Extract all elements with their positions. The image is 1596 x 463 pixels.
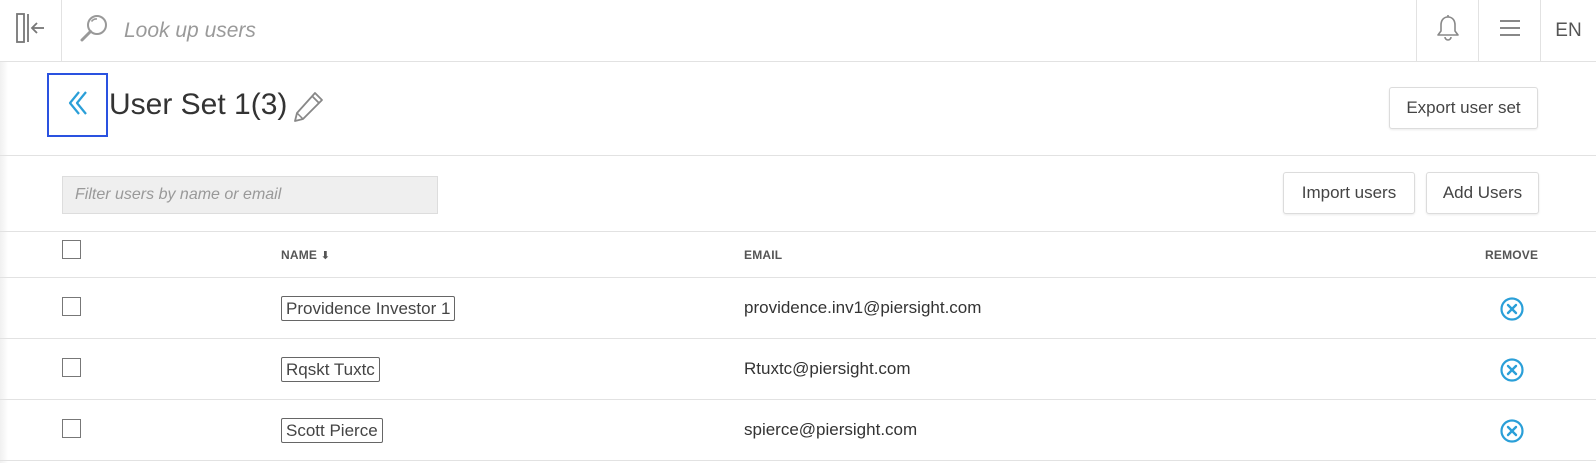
remove-user-circle-x-icon[interactable]	[1499, 296, 1525, 327]
row-checkbox[interactable]	[62, 419, 81, 438]
email-column-header: EMAIL	[744, 248, 783, 262]
remove-user-circle-x-icon[interactable]	[1499, 418, 1525, 449]
language-selector[interactable]: EN	[1540, 0, 1596, 61]
menu-button[interactable]	[1478, 0, 1540, 61]
page-title: User Set 1(3)	[109, 88, 288, 121]
table-row: Scott Pierce spierce@piersight.com	[0, 400, 1596, 461]
row-checkbox[interactable]	[62, 297, 81, 316]
remove-column-header: REMOVE	[1485, 248, 1539, 262]
page-header: User Set 1(3) Export user set	[0, 62, 1596, 156]
double-chevron-left-icon	[65, 88, 91, 123]
search-input[interactable]	[124, 18, 724, 43]
user-email: providence.inv1@piersight.com	[744, 298, 982, 317]
filter-users-input[interactable]	[62, 176, 438, 214]
filter-toolbar: Import users Add Users	[0, 156, 1596, 232]
user-name-link[interactable]: Providence Investor 1	[281, 296, 456, 321]
add-users-button[interactable]: Add Users	[1426, 172, 1539, 214]
edit-title-pencil-icon[interactable]	[291, 90, 325, 129]
row-checkbox[interactable]	[62, 358, 81, 377]
remove-user-circle-x-icon[interactable]	[1499, 357, 1525, 388]
hamburger-menu-icon	[1498, 18, 1522, 43]
import-users-button[interactable]: Import users	[1283, 172, 1415, 214]
top-bar: EN	[0, 0, 1596, 62]
collapse-sidebar-button[interactable]	[0, 0, 62, 61]
back-button[interactable]	[47, 73, 108, 137]
user-search	[62, 0, 1416, 61]
search-icon	[78, 12, 110, 49]
name-column-label: NAME	[281, 248, 318, 262]
collapse-sidebar-icon	[15, 12, 47, 49]
table-row: Rqskt Tuxtc Rtuxtc@piersight.com	[0, 339, 1596, 400]
table-row: Providence Investor 1 providence.inv1@pi…	[0, 278, 1596, 339]
notifications-button[interactable]	[1416, 0, 1478, 61]
user-set-page: EN User Set 1(3) Export user set Import …	[0, 0, 1596, 463]
user-email: spierce@piersight.com	[744, 420, 918, 439]
user-email: Rtuxtc@piersight.com	[744, 359, 911, 378]
export-user-set-button[interactable]: Export user set	[1389, 87, 1538, 129]
bell-icon	[1435, 14, 1461, 47]
user-name-link[interactable]: Scott Pierce	[281, 418, 383, 443]
table-header: NAME ⬇ EMAIL REMOVE	[0, 232, 1596, 278]
user-name-link[interactable]: Rqskt Tuxtc	[281, 357, 380, 382]
select-all-checkbox[interactable]	[62, 240, 81, 259]
sort-down-arrow-icon: ⬇	[320, 250, 331, 262]
name-column-header[interactable]: NAME ⬇	[281, 248, 330, 262]
